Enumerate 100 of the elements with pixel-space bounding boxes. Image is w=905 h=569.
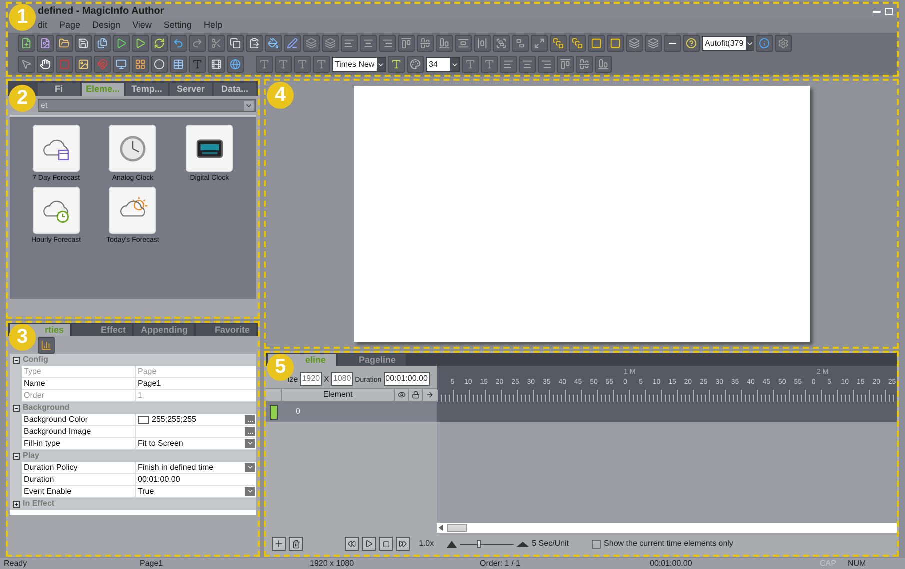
file-image-icon[interactable] — [37, 35, 54, 52]
play-icon[interactable] — [132, 35, 149, 52]
panel-tab[interactable]: Server — [170, 83, 212, 96]
menu-item[interactable]: View — [132, 19, 152, 33]
text-style-icon[interactable] — [313, 56, 330, 73]
collapse-icon[interactable] — [13, 452, 20, 460]
delete-button[interactable] — [289, 537, 303, 551]
layer-icon[interactable] — [270, 404, 278, 420]
zoom-dropdown[interactable]: Autofit(379 — [702, 36, 754, 51]
align-middle-icon[interactable] — [417, 35, 434, 52]
text-color-icon[interactable] — [407, 56, 424, 73]
align-right-icon[interactable] — [379, 35, 396, 52]
square-icon[interactable] — [607, 35, 624, 52]
align-top-icon[interactable] — [557, 56, 574, 73]
property-value[interactable] — [136, 426, 256, 438]
align-right-icon[interactable] — [538, 56, 555, 73]
bring-front-icon[interactable] — [550, 35, 567, 52]
layers-icon[interactable] — [645, 35, 662, 52]
align-middle-icon[interactable] — [576, 56, 593, 73]
font-dropdown[interactable]: Times New — [332, 57, 386, 72]
align-bottom-icon[interactable] — [595, 56, 612, 73]
property-value[interactable]: True — [136, 486, 256, 498]
play-icon[interactable] — [113, 35, 130, 52]
add-text-icon[interactable] — [388, 56, 405, 73]
property-group[interactable]: Config — [10, 354, 256, 366]
text-style-icon[interactable] — [462, 56, 479, 73]
copy-icon[interactable] — [227, 35, 244, 52]
panel-tab[interactable]: Fi — [38, 83, 80, 96]
monitor-icon[interactable] — [113, 56, 130, 73]
align-left-icon[interactable] — [500, 56, 517, 73]
pen-icon[interactable] — [284, 35, 301, 52]
panel-tab[interactable]: Temp... — [126, 83, 168, 96]
text-style-icon[interactable] — [294, 56, 311, 73]
property-value[interactable]: 00:01:00.00 — [136, 474, 256, 486]
panel-tab[interactable]: Appending — [134, 324, 194, 336]
square-icon[interactable] — [588, 35, 605, 52]
settings-icon[interactable] — [775, 35, 792, 52]
folder-icon[interactable] — [56, 35, 73, 52]
panel-tab[interactable]: Data... — [214, 83, 256, 96]
align-left-icon[interactable] — [341, 35, 358, 52]
dropdown-arrow-icon[interactable] — [245, 439, 255, 448]
element-tile[interactable] — [109, 125, 156, 172]
category-dropdown[interactable]: et — [38, 99, 256, 112]
property-group[interactable]: Play — [10, 450, 256, 462]
film-icon[interactable] — [208, 56, 225, 73]
group-icon[interactable] — [493, 35, 510, 52]
menu-item[interactable]: Design — [92, 19, 121, 33]
grid-icon[interactable] — [132, 56, 149, 73]
rewind-button[interactable] — [345, 537, 359, 551]
text-style-icon[interactable] — [275, 56, 292, 73]
text-style-icon[interactable] — [481, 56, 498, 73]
height-field[interactable]: 1080 — [331, 372, 354, 386]
property-value[interactable]: Page1 — [136, 378, 256, 390]
fast-forward-button[interactable] — [396, 537, 410, 551]
panel-tab[interactable]: Favorite — [196, 324, 256, 336]
dropdown-arrow-icon[interactable] — [245, 487, 255, 496]
distribute-icon[interactable] — [455, 35, 472, 52]
duration-field[interactable]: 00:01:00.00 — [384, 372, 430, 386]
collapse-icon[interactable] — [13, 356, 20, 364]
timeline-tab[interactable]: Pageline — [338, 354, 406, 366]
element-tile[interactable] — [186, 125, 234, 172]
collapse-icon[interactable] — [13, 404, 20, 412]
help-icon[interactable] — [683, 35, 700, 52]
info-icon[interactable] — [756, 35, 773, 52]
align-center-icon[interactable] — [360, 35, 377, 52]
restore-icon[interactable] — [885, 8, 893, 15]
align-bottom-icon[interactable] — [436, 35, 453, 52]
send-back-icon[interactable] — [569, 35, 586, 52]
property-group[interactable]: In Effect — [10, 498, 256, 510]
element-tile[interactable] — [32, 125, 80, 172]
paint-bucket-icon[interactable] — [265, 35, 282, 52]
text-style-icon[interactable] — [256, 56, 273, 73]
redo-icon[interactable] — [189, 35, 206, 52]
undo-icon[interactable] — [170, 35, 187, 52]
minimize-icon[interactable] — [873, 10, 881, 12]
scroll-left-icon[interactable] — [439, 525, 443, 531]
zoom-in-icon[interactable] — [517, 542, 530, 546]
chart-icon[interactable] — [38, 336, 55, 354]
distribute-icon[interactable] — [474, 35, 491, 52]
slider-thumb[interactable] — [477, 540, 482, 548]
ellipsis-icon[interactable] — [245, 415, 255, 424]
circle-icon[interactable] — [151, 56, 168, 73]
menu-item[interactable]: Setting — [164, 19, 192, 33]
ellipsis-icon[interactable] — [245, 427, 255, 436]
layers-icon[interactable] — [626, 35, 643, 52]
globe-icon[interactable] — [227, 56, 244, 73]
font-size-dropdown[interactable]: 34 — [426, 57, 460, 72]
property-value[interactable]: 255;255;255 — [136, 414, 256, 426]
element-tile[interactable] — [32, 186, 80, 234]
table-icon[interactable] — [170, 56, 187, 73]
ungroup-icon[interactable] — [512, 35, 529, 52]
scrollbar-thumb[interactable] — [447, 524, 467, 532]
property-group[interactable]: Background — [10, 402, 256, 414]
menu-item[interactable]: dit — [38, 19, 48, 33]
resize-icon[interactable] — [531, 35, 548, 52]
files-icon[interactable] — [94, 35, 111, 52]
checkbox[interactable] — [592, 540, 602, 548]
cut-icon[interactable] — [208, 35, 225, 52]
refresh-icon[interactable] — [151, 35, 168, 52]
stop-button[interactable] — [379, 537, 393, 551]
